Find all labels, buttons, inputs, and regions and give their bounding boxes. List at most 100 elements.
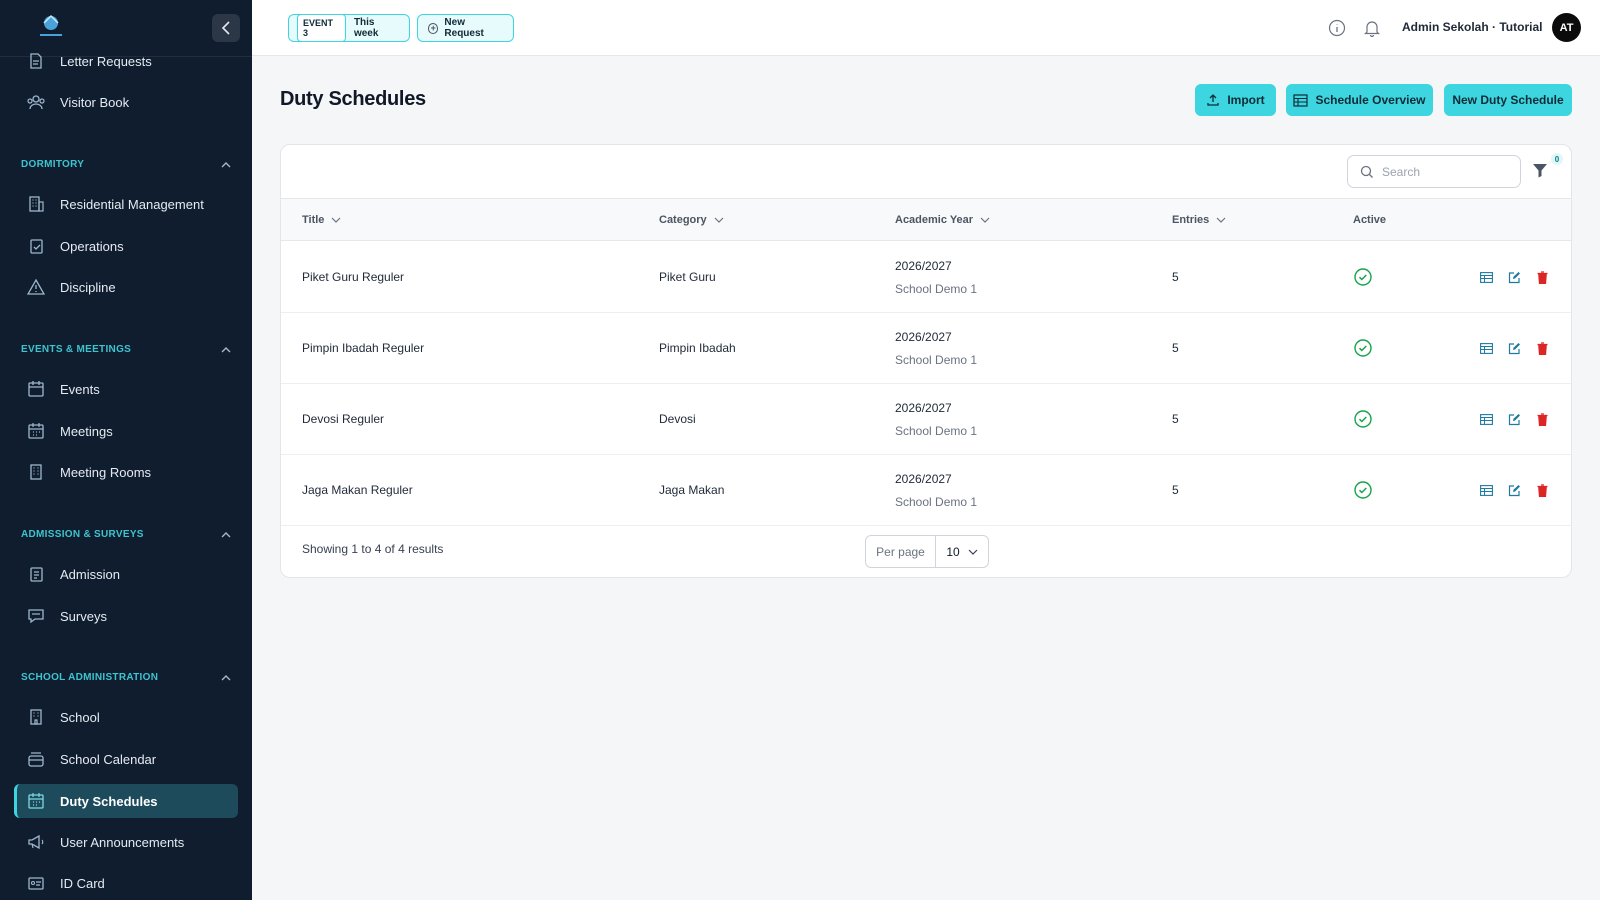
sidebar-item-school[interactable]: School [14, 700, 238, 734]
sidebar-item-residential-management[interactable]: Residential Management [14, 187, 238, 221]
event-pill[interactable]: EVENT 3 This week [288, 14, 410, 42]
section-title: ADMISSION & SURVEYS [21, 529, 144, 540]
delete-icon[interactable] [1535, 412, 1549, 426]
chevron-up-icon [221, 347, 231, 353]
event-tag: EVENT 3 [297, 14, 346, 42]
row-category: Devosi [659, 412, 696, 426]
collapse-sidebar-button[interactable] [212, 14, 240, 42]
check-circle-icon [1354, 339, 1372, 362]
edit-icon[interactable] [1507, 483, 1521, 497]
sidebar-item-label: ID Card [60, 875, 105, 891]
sidebar-item-visitor-book[interactable]: Visitor Book [14, 85, 238, 119]
row-academic-year: 2026/2027 [895, 472, 952, 486]
sidebar-item-meeting-rooms[interactable]: Meeting Rooms [14, 455, 238, 489]
chevron-up-icon [221, 162, 231, 168]
id-card-icon [26, 873, 46, 893]
new-duty-schedule-button[interactable]: New Duty Schedule [1444, 84, 1572, 116]
delete-icon[interactable] [1535, 270, 1549, 284]
view-schedule-icon[interactable] [1479, 341, 1493, 355]
filter-icon[interactable] [1531, 161, 1553, 183]
section-school-administration[interactable]: SCHOOL ADMINISTRATION [21, 672, 231, 683]
new-request-button[interactable]: + New Request [417, 14, 514, 42]
edit-icon[interactable] [1507, 341, 1521, 355]
import-label: Import [1227, 93, 1265, 107]
table-header: Title Category Academic Year Entries Act… [281, 198, 1571, 241]
table-row[interactable]: Jaga Makan Reguler Jaga Makan 2026/2027 … [281, 455, 1571, 526]
chevron-left-icon [221, 21, 230, 35]
table-row[interactable]: Pimpin Ibadah Reguler Pimpin Ibadah 2026… [281, 313, 1571, 384]
chevron-down-icon [968, 549, 978, 555]
column-header-entries[interactable]: Entries [1172, 214, 1226, 226]
column-header-category[interactable]: Category [659, 214, 724, 226]
sidebar-item-letter-requests[interactable]: Letter Requests [14, 44, 238, 78]
sidebar-item-events[interactable]: Events [14, 372, 238, 406]
sidebar-item-user-announcements[interactable]: User Announcements [14, 825, 238, 859]
sidebar-item-label: Events [60, 381, 100, 397]
check-circle-icon [1354, 481, 1372, 504]
section-title: EVENTS & MEETINGS [21, 344, 132, 355]
per-page-value[interactable]: 10 [936, 545, 988, 559]
info-icon[interactable] [1327, 18, 1347, 38]
sidebar-item-label: Admission [60, 566, 120, 582]
delete-icon[interactable] [1535, 483, 1549, 497]
sidebar-item-meetings[interactable]: Meetings [14, 414, 238, 448]
table-row[interactable]: Devosi Reguler Devosi 2026/2027 School D… [281, 384, 1571, 455]
schedule-overview-button[interactable]: Schedule Overview [1286, 84, 1433, 116]
table-icon [1293, 93, 1309, 107]
search-box[interactable] [1347, 155, 1521, 188]
view-schedule-icon[interactable] [1479, 270, 1493, 284]
table-row[interactable]: Piket Guru Reguler Piket Guru 2026/2027 … [281, 242, 1571, 313]
calendar-stack-icon [26, 749, 46, 769]
chevron-up-icon [221, 675, 231, 681]
import-button[interactable]: Import [1195, 84, 1276, 116]
bell-icon[interactable] [1362, 18, 1382, 38]
sidebar-item-label: Discipline [60, 279, 116, 295]
search-input[interactable] [1382, 164, 1512, 179]
sidebar-item-admission[interactable]: Admission [14, 557, 238, 591]
column-label: Active [1353, 214, 1387, 226]
sidebar-item-operations[interactable]: Operations [14, 229, 238, 263]
section-events-meetings[interactable]: EVENTS & MEETINGS [21, 344, 231, 355]
sidebar-item-discipline[interactable]: Discipline [14, 270, 238, 304]
section-admission-surveys[interactable]: ADMISSION & SURVEYS [21, 529, 231, 540]
row-school: School Demo 1 [895, 282, 978, 296]
edit-icon[interactable] [1507, 270, 1521, 284]
delete-icon[interactable] [1535, 341, 1549, 355]
row-academic-year: 2026/2027 [895, 259, 952, 273]
user-name[interactable]: Admin Sekolah · Tutorial [1402, 20, 1542, 34]
sidebar: Letter Requests Visitor Book DORMITORY R… [0, 0, 252, 900]
section-dormitory[interactable]: DORMITORY [21, 159, 231, 170]
sidebar-item-id-card[interactable]: ID Card [14, 866, 238, 900]
users-icon [26, 92, 46, 112]
sidebar-item-label: User Announcements [60, 834, 185, 850]
top-bar: EVENT 3 This week + New Request Admin Se… [252, 0, 1600, 56]
chevron-down-icon [714, 217, 724, 223]
column-label: Category [659, 214, 707, 226]
per-page-select[interactable]: Per page 10 [865, 535, 989, 568]
avatar[interactable]: AT [1552, 13, 1581, 42]
row-entries: 5 [1172, 270, 1179, 284]
duty-schedules-table-card: 0 Title Category Academic Year Entries A… [280, 144, 1572, 578]
row-entries: 5 [1172, 483, 1179, 497]
chevron-up-icon [221, 532, 231, 538]
clipboard-list-icon [26, 564, 46, 584]
sidebar-item-duty-schedules[interactable]: Duty Schedules [14, 784, 238, 818]
sidebar-item-school-calendar[interactable]: School Calendar [14, 742, 238, 776]
view-schedule-icon[interactable] [1479, 412, 1493, 426]
row-academic-year: 2026/2027 [895, 330, 952, 344]
edit-icon[interactable] [1507, 412, 1521, 426]
check-circle-icon [1354, 268, 1372, 291]
row-title: Pimpin Ibadah Reguler [302, 341, 425, 355]
upload-icon [1206, 93, 1220, 107]
filter-count-badge: 0 [1551, 153, 1563, 165]
sidebar-item-label: School Calendar [60, 751, 157, 767]
column-header-title[interactable]: Title [302, 214, 341, 226]
column-header-academic-year[interactable]: Academic Year [895, 214, 990, 226]
view-schedule-icon[interactable] [1479, 483, 1493, 497]
building-icon [26, 462, 46, 482]
row-category: Jaga Makan [659, 483, 725, 497]
row-school: School Demo 1 [895, 424, 978, 438]
sidebar-item-surveys[interactable]: Surveys [14, 599, 238, 633]
school-logo [34, 12, 68, 40]
row-academic-year: 2026/2027 [895, 401, 952, 415]
